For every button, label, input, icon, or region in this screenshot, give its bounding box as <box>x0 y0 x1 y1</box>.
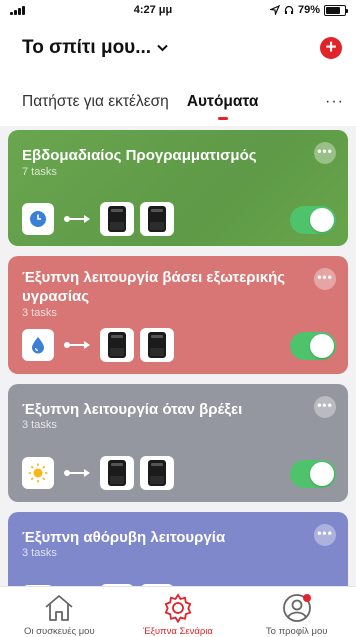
home-icon <box>45 595 73 621</box>
automation-list[interactable]: Εβδομαδιαίος Προγραμματισμός 7 tasks •••… <box>0 126 356 586</box>
tab-tap-to-run[interactable]: Πατήστε για εκτέλεση <box>22 93 169 111</box>
card-more-button[interactable]: ••• <box>314 268 336 290</box>
automation-card[interactable]: Έξυπνη λειτουργία βάσει εξωτερικής υγρασ… <box>8 256 348 374</box>
arrow-icon <box>64 467 90 479</box>
dehumidifier-icon <box>140 456 174 490</box>
headphones-icon <box>284 5 294 14</box>
profile-icon <box>282 594 311 622</box>
dehumidifier-icon <box>100 202 134 236</box>
automation-task-count: 3 tasks <box>22 307 57 319</box>
home-title: Το σπίτι μου... <box>22 37 152 58</box>
automation-card[interactable]: Έξυπνη λειτουργία όταν βρέξει 3 tasks ••… <box>8 384 348 502</box>
scene-tabs: Πατήστε για εκτέλεση Αυτόματα ··· <box>0 84 356 120</box>
add-button[interactable]: + <box>320 37 342 59</box>
automation-task-count: 7 tasks <box>22 166 57 178</box>
battery-percentage: 79% <box>297 4 320 16</box>
location-icon <box>269 5 280 15</box>
arrow-icon <box>64 339 90 351</box>
dehumidifier-icon <box>140 328 174 362</box>
automation-task-count: 3 tasks <box>22 547 57 559</box>
battery-icon <box>324 4 348 16</box>
automation-toggle[interactable] <box>290 206 336 234</box>
sun-icon <box>22 457 54 489</box>
nav-smart-scenes[interactable]: Έξυπνα Σενάρια <box>119 587 238 637</box>
nav-label: Το προφίλ μου <box>265 626 328 637</box>
signal-icon <box>10 5 70 15</box>
home-selector[interactable]: Το σπίτι μου... <box>22 37 320 59</box>
nav-label: Έξυπνα Σενάρια <box>143 626 213 637</box>
automation-title: Εβδομαδιαίος Προγραμματισμός <box>22 147 257 164</box>
card-more-button[interactable]: ••• <box>314 396 336 418</box>
clock-icon <box>22 203 54 235</box>
status-time: 4:27 μμ <box>133 4 173 16</box>
nav-my-devices[interactable]: Οι συσκευές μου <box>0 587 119 637</box>
water-drop-icon <box>22 329 54 361</box>
automation-card[interactable]: Εβδομαδιαίος Προγραμματισμός 7 tasks ••• <box>8 130 348 246</box>
automation-title: Έξυπνη λειτουργία όταν βρέξει <box>22 401 243 418</box>
card-more-button[interactable]: ••• <box>314 142 336 164</box>
chevron-down-icon <box>157 44 168 52</box>
more-options-button[interactable]: ··· <box>325 93 344 111</box>
automation-toggle[interactable] <box>290 332 336 360</box>
automation-card[interactable]: Έξυπνη αθόρυβη λειτουργία 3 tasks ••• <box>8 512 348 586</box>
header: Το σπίτι μου... + <box>0 24 356 72</box>
arrow-icon <box>64 213 90 225</box>
nav-my-profile[interactable]: Το προφίλ μου <box>237 587 356 637</box>
card-more-button[interactable]: ••• <box>314 524 336 546</box>
dehumidifier-icon <box>140 202 174 236</box>
tab-automation[interactable]: Αυτόματα <box>187 93 258 120</box>
gear-icon <box>164 593 192 623</box>
automation-task-count: 3 tasks <box>22 419 57 431</box>
plus-icon: + <box>325 37 337 58</box>
status-bar: 4:27 μμ 79% <box>0 0 356 20</box>
automation-toggle[interactable] <box>290 460 336 488</box>
bottom-navigation: Οι συσκευές μου Έξυπνα Σενάρια Το προφίλ… <box>0 586 356 637</box>
dehumidifier-icon <box>100 456 134 490</box>
automation-title: Έξυπνη λειτουργία βάσει εξωτερικής υγρασ… <box>22 269 286 305</box>
automation-title: Έξυπνη αθόρυβη λειτουργία <box>22 529 226 546</box>
dehumidifier-icon <box>100 328 134 362</box>
nav-label: Οι συσκευές μου <box>24 626 95 637</box>
